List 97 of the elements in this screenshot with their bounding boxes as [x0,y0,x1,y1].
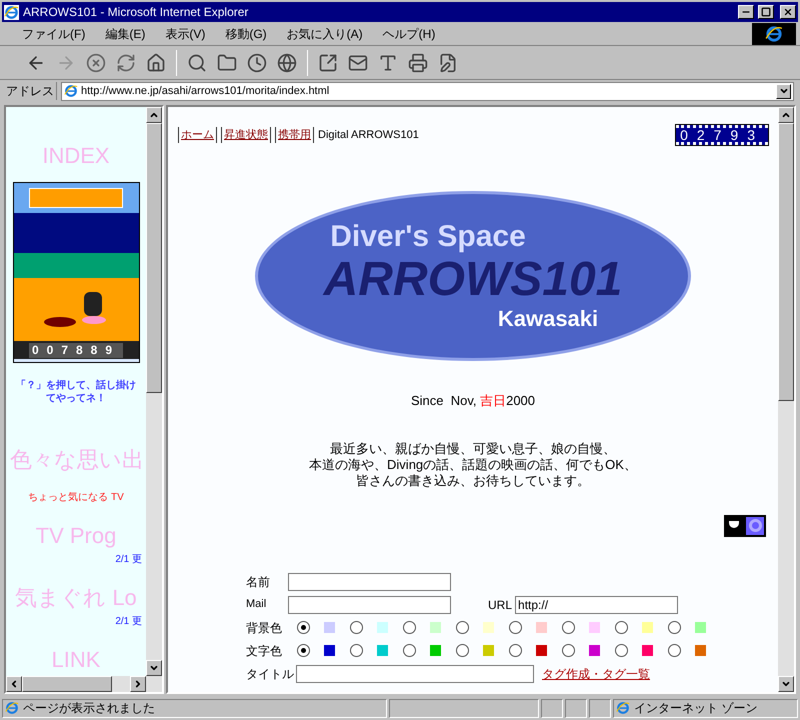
refresh-icon[interactable] [116,52,136,72]
message-line: 本道の海や、Divingの話、話題の映画の話、何でもOK、 [309,456,637,472]
logo-subtitle: Diver's Space [330,220,526,254]
url-text: http://www.ne.jp/asahi/arrows101/morita/index.html [81,84,330,99]
name-field[interactable] [288,572,451,590]
url-field[interactable]: http:// [515,596,678,614]
mail-icon[interactable] [348,52,368,72]
dropdown-button[interactable] [776,84,791,98]
scrollbar-thumb[interactable] [146,123,162,392]
status-panel [565,698,587,718]
field-label: 背景色 [246,620,283,636]
radio-button[interactable] [509,621,522,634]
scroll-up-button[interactable] [778,107,794,123]
radio-button[interactable] [403,621,416,634]
scroll-right-button[interactable] [130,676,146,692]
down-caret-icon [781,679,791,689]
browser-logo-icon [64,84,78,98]
menu-item[interactable]: お気に入り(A) [286,24,363,42]
scroll-left-button[interactable] [6,676,22,692]
status-text: ページが表示されました [23,700,155,717]
mail-field[interactable] [288,596,451,614]
radio-button[interactable] [562,644,575,657]
logo-location: Kawasaki [498,306,598,332]
nav-link[interactable]: 携帯用 [275,126,314,144]
scroll-up-button[interactable] [146,107,162,123]
radio-button[interactable] [456,621,469,634]
message-line: 最近多い、親ばか自慢、可愛い息子、娘の自慢、 [330,440,616,456]
minimize-icon[interactable] [738,5,754,19]
play-counter: 007889 [28,342,124,358]
radio-button[interactable] [668,644,681,657]
printer-icon[interactable] [408,52,428,72]
site-name: Digital ARROWS101 [318,128,419,143]
scroll-down-button[interactable] [778,676,794,692]
status-panel [589,698,611,718]
radio-button[interactable] [509,644,522,657]
close-icon[interactable] [780,5,796,19]
menu-item[interactable]: 移動(G) [225,24,267,42]
address-field[interactable]: http://www.ne.jp/asahi/arrows101/morita/index.html [61,82,794,100]
home-icon[interactable] [146,52,166,72]
up-caret-icon [149,110,159,120]
tag-link[interactable]: タグ作成・タグ一覧 [542,664,650,682]
radio-button[interactable] [297,621,310,634]
menu-item[interactable]: 編集(E) [105,24,146,42]
scroll-down-button[interactable] [146,660,162,676]
ring-icon[interactable] [746,516,764,534]
field-label: 文字色 [246,642,283,660]
logo-title: ARROWS101 [324,254,622,306]
sidebar-title: INDEX [42,142,110,170]
update-note: 2/1 更 [114,553,142,567]
scrollbar-thumb[interactable] [22,676,112,692]
message-line: 皆さんの書き込み、お待ちしています。 [356,472,590,488]
radio-button[interactable] [668,621,681,634]
field-label: タイトル [246,666,294,682]
clock-icon[interactable] [247,52,267,72]
scrollbar-thumb[interactable] [778,123,794,400]
window-title: ARROWS101 - Microsoft Internet Explorer [23,4,250,21]
radio-button[interactable] [297,644,310,657]
maximize-icon[interactable] [758,5,774,19]
down-caret-icon [149,663,159,673]
field-label: 名前 [246,574,271,590]
folder-icon[interactable] [217,52,237,72]
window-icon[interactable] [318,52,338,72]
field-label: Mail [246,597,268,612]
globe-icon[interactable] [277,52,297,72]
left-caret-icon [9,679,19,689]
browser-logo-icon [5,701,19,715]
browser-logo-icon [4,4,19,20]
radio-button[interactable] [456,644,469,657]
since-text: Since Nov, 吉日2000 [410,392,536,410]
up-caret-icon [781,110,791,120]
hit-counter: 02793 [676,125,768,145]
menu-item[interactable]: ヘルプ(H) [382,24,436,42]
menu-item[interactable]: ファイル(F) [22,24,86,42]
nav-link[interactable]: ホーム [178,126,217,144]
search-icon[interactable] [187,52,207,72]
radio-button[interactable] [615,621,628,634]
zone-text: インターネット ゾーン [634,700,758,717]
title-field[interactable] [296,664,534,682]
radio-button[interactable] [350,621,363,634]
right-caret-icon [133,679,143,689]
game-caption: 「？」を押して、話し掛けてやってネ！ [15,379,137,405]
stop-icon[interactable] [86,52,106,72]
field-label: URL [488,596,512,614]
radio-button[interactable] [615,644,628,657]
update-note: 2/1 更 [114,615,142,629]
menu-item[interactable]: 表示(V) [165,24,206,42]
address-label: アドレス [6,82,57,100]
radio-button[interactable] [350,644,363,657]
nav-link[interactable]: 昇進状態 [221,126,271,144]
browser-logo-icon [765,24,783,42]
status-panel [541,698,563,718]
sidebar-note: ちょっと気になる TV [27,491,125,505]
radio-button[interactable] [562,621,575,634]
radio-button[interactable] [403,644,416,657]
edit-icon[interactable] [438,52,458,72]
browser-logo-icon [616,701,630,715]
down-caret-icon [778,86,788,96]
